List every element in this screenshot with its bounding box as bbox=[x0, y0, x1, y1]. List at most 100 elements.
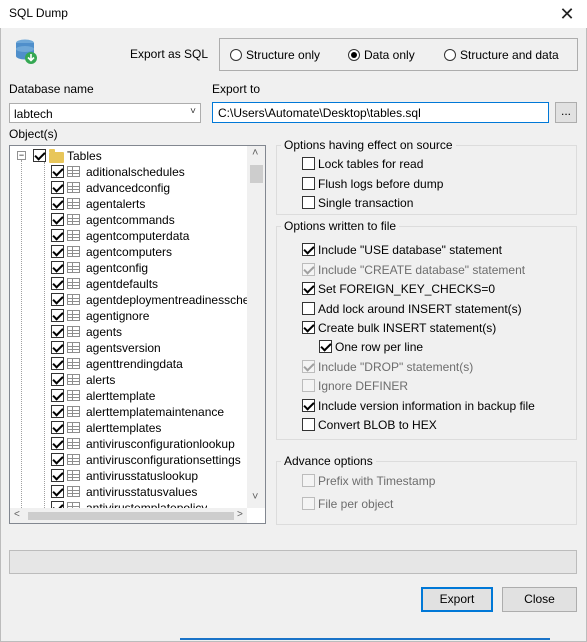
table-checkbox[interactable] bbox=[51, 213, 64, 226]
advance-options-title: Advance options bbox=[281, 454, 376, 468]
table-checkbox[interactable] bbox=[51, 389, 64, 402]
close-button[interactable]: Close bbox=[502, 587, 577, 612]
table-icon bbox=[67, 214, 80, 225]
table-checkbox[interactable] bbox=[51, 309, 64, 322]
option-checkbox[interactable] bbox=[302, 302, 315, 315]
table-checkbox[interactable] bbox=[51, 453, 64, 466]
option-label[interactable]: Lock tables for read bbox=[318, 157, 423, 171]
scroll-right-icon[interactable]: > bbox=[237, 509, 243, 520]
table-checkbox[interactable] bbox=[51, 197, 64, 210]
table-item-label[interactable]: agents bbox=[86, 325, 122, 339]
radio-structure-only-label[interactable]: Structure only bbox=[246, 48, 320, 62]
option-label[interactable]: Convert BLOB to HEX bbox=[318, 418, 437, 432]
table-item-label[interactable]: alerttemplates bbox=[86, 421, 161, 435]
table-checkbox[interactable] bbox=[51, 357, 64, 370]
table-item-label[interactable]: alerts bbox=[86, 373, 115, 387]
option-label[interactable]: Add lock around INSERT statement(s) bbox=[318, 302, 522, 316]
option-label[interactable]: Single transaction bbox=[318, 196, 413, 210]
table-item-label[interactable]: antivirusconfigurationsettings bbox=[86, 453, 241, 467]
option-checkbox[interactable] bbox=[302, 399, 315, 412]
option-checkbox[interactable] bbox=[302, 243, 315, 256]
tree-vertical-scrollbar[interactable] bbox=[247, 146, 265, 508]
radio-data-only[interactable] bbox=[348, 49, 360, 61]
close-window-button[interactable]: ✕ bbox=[556, 3, 578, 25]
scroll-left-icon[interactable]: < bbox=[14, 509, 20, 520]
tables-node-label[interactable]: Tables bbox=[67, 149, 102, 163]
table-icon bbox=[67, 406, 80, 417]
export-progress-bar bbox=[9, 550, 577, 574]
option-label: Ignore DEFINER bbox=[318, 379, 409, 393]
table-item-label[interactable]: advancedconfig bbox=[86, 181, 170, 195]
table-checkbox[interactable] bbox=[51, 437, 64, 450]
export-button[interactable]: Export bbox=[421, 587, 493, 612]
option-checkbox[interactable] bbox=[302, 196, 315, 209]
radio-data-only-label[interactable]: Data only bbox=[364, 48, 415, 62]
scroll-down-icon[interactable]: ˅ bbox=[252, 491, 258, 503]
tree-vertical-scroll-thumb[interactable] bbox=[250, 165, 263, 183]
table-checkbox[interactable] bbox=[51, 325, 64, 338]
table-checkbox[interactable] bbox=[51, 421, 64, 434]
scroll-up-icon[interactable]: ˄ bbox=[252, 147, 258, 159]
option-checkbox[interactable] bbox=[302, 418, 315, 431]
option-checkbox[interactable] bbox=[302, 321, 315, 334]
table-icon bbox=[67, 342, 80, 353]
table-icon bbox=[67, 374, 80, 385]
table-item-label[interactable]: agentcomputers bbox=[86, 245, 172, 259]
database-export-icon bbox=[16, 39, 37, 64]
table-checkbox[interactable] bbox=[51, 341, 64, 354]
table-item-label[interactable]: agentalerts bbox=[86, 197, 145, 211]
radio-structure-only[interactable] bbox=[230, 49, 242, 61]
option-label[interactable]: Create bulk INSERT statement(s) bbox=[318, 321, 496, 335]
option-checkbox[interactable] bbox=[319, 340, 332, 353]
table-item-label[interactable]: agentdefaults bbox=[86, 277, 158, 291]
title-bar bbox=[0, 0, 587, 28]
table-item-label[interactable]: agentcommands bbox=[86, 213, 175, 227]
option-label[interactable]: Include version information in backup fi… bbox=[318, 399, 535, 413]
export-path-input[interactable]: C:\Users\Automate\Desktop\tables.sql bbox=[212, 102, 549, 123]
table-checkbox[interactable] bbox=[51, 181, 64, 194]
radio-structure-and-data[interactable] bbox=[444, 49, 456, 61]
tree-collapse-icon[interactable]: − bbox=[17, 151, 26, 160]
option-checkbox[interactable] bbox=[302, 282, 315, 295]
table-item-label[interactable]: alerttemplate bbox=[86, 389, 155, 403]
table-item-label[interactable]: antivirusstatuslookup bbox=[86, 469, 198, 483]
table-item-label[interactable]: aditionalschedules bbox=[86, 165, 185, 179]
table-item-label[interactable]: antivirustemplatepolicy bbox=[86, 501, 207, 508]
table-checkbox[interactable] bbox=[51, 405, 64, 418]
radio-structure-and-data-label[interactable]: Structure and data bbox=[460, 48, 559, 62]
table-checkbox[interactable] bbox=[51, 245, 64, 258]
export-path-value: C:\Users\Automate\Desktop\tables.sql bbox=[218, 106, 421, 120]
table-item-label[interactable]: agentdeploymentreadinesscheck bbox=[86, 293, 261, 307]
table-item-label[interactable]: antivirusconfigurationlookup bbox=[86, 437, 235, 451]
table-checkbox[interactable] bbox=[51, 373, 64, 386]
option-label[interactable]: One row per line bbox=[335, 340, 423, 354]
table-checkbox[interactable] bbox=[51, 261, 64, 274]
option-label[interactable]: Set FOREIGN_KEY_CHECKS=0 bbox=[318, 282, 495, 296]
database-name-select[interactable]: labtech ˅ bbox=[9, 103, 201, 123]
table-item-label[interactable]: alerttemplatemaintenance bbox=[86, 405, 224, 419]
table-item-label[interactable]: agentsversion bbox=[86, 341, 161, 355]
table-item-label[interactable]: agentcomputerdata bbox=[86, 229, 189, 243]
table-checkbox[interactable] bbox=[51, 229, 64, 242]
chevron-down-icon[interactable]: ˅ bbox=[190, 106, 196, 117]
tree-horizontal-scroll-thumb[interactable] bbox=[28, 512, 234, 520]
option-checkbox[interactable] bbox=[302, 177, 315, 190]
table-item-label[interactable]: agentignore bbox=[86, 309, 149, 323]
option-checkbox[interactable] bbox=[302, 157, 315, 170]
option-label[interactable]: Flush logs before dump bbox=[318, 177, 443, 191]
table-item-label[interactable]: agentconfig bbox=[86, 261, 148, 275]
option-checkbox bbox=[302, 497, 315, 510]
tables-checkbox[interactable] bbox=[33, 149, 46, 162]
table-checkbox[interactable] bbox=[51, 485, 64, 498]
table-icon bbox=[67, 422, 80, 433]
option-label[interactable]: Include "USE database" statement bbox=[318, 243, 502, 257]
browse-button[interactable]: ... bbox=[555, 102, 577, 123]
table-checkbox[interactable] bbox=[51, 277, 64, 290]
tree-guide-line bbox=[21, 160, 22, 510]
table-checkbox[interactable] bbox=[51, 469, 64, 482]
table-checkbox[interactable] bbox=[51, 293, 64, 306]
table-item-label[interactable]: agenttrendingdata bbox=[86, 357, 183, 371]
table-checkbox[interactable] bbox=[51, 165, 64, 178]
table-item-label[interactable]: antivirusstatusvalues bbox=[86, 485, 197, 499]
window-title: SQL Dump bbox=[9, 6, 68, 20]
